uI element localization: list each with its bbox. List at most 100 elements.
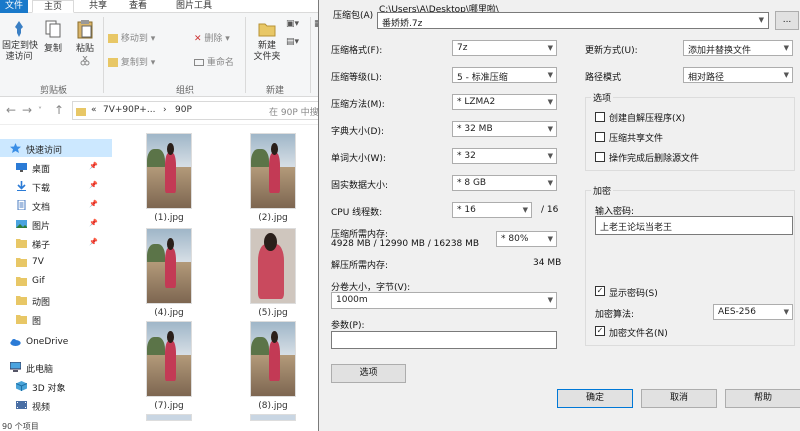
nav-item[interactable]: 图片 📌 (0, 215, 112, 233)
path-mode-select[interactable]: 相对路径 ▼ (683, 67, 793, 83)
memory-percent-select[interactable]: * 80% ▼ (496, 231, 557, 247)
archive-name-combo[interactable]: 番娇娇.7z ▼ (377, 12, 769, 29)
word-size-value: * 32 (457, 151, 476, 161)
file-thumbnail[interactable] (146, 321, 192, 397)
file-thumbnail[interactable] (250, 414, 296, 421)
nav-item-label: 图片 (32, 222, 51, 232)
tab-file[interactable]: 文件 (0, 0, 28, 13)
file-thumbnail[interactable] (146, 228, 192, 304)
copy-button[interactable]: 复制 (38, 19, 68, 54)
password-input[interactable]: 上老王论坛当老王 (595, 216, 793, 235)
address-bar[interactable]: « 7V+90P+... › 90P 在 90P 中搜 (72, 101, 330, 120)
tab-home[interactable]: 主页 (32, 0, 74, 13)
cpu-threads-label: CPU 线程数: (331, 208, 383, 218)
update-mode-select[interactable]: 添加并替换文件 ▼ (683, 40, 793, 56)
delete-after-checkbox[interactable] (595, 152, 605, 162)
folder-icon (16, 257, 27, 267)
nav-item[interactable]: 文档 📌 (0, 196, 112, 214)
sfx-checkbox[interactable] (595, 112, 605, 122)
ok-button[interactable]: 确定 (557, 389, 633, 408)
pin-icon: 📌 (89, 181, 98, 189)
pin-icon: 📌 (89, 219, 98, 227)
path-segment[interactable]: 7V+90P+... (103, 105, 155, 115)
easy-access-icon[interactable]: ▤▾ (286, 37, 299, 47)
encryption-method-label: 加密算法: (595, 310, 635, 320)
show-password-checkbox[interactable]: ✓ (595, 286, 605, 296)
file-name[interactable]: (7).jpg (129, 401, 209, 411)
level-select[interactable]: 5 - 标准压缩 ▼ (452, 67, 557, 83)
nav-item[interactable]: 桌面 📌 (0, 158, 112, 176)
file-name[interactable]: (1).jpg (129, 213, 209, 223)
new-item-icon[interactable]: ▣▾ (286, 19, 299, 29)
tab-picture-tools[interactable]: 图片工具 (164, 0, 224, 13)
nav-item[interactable]: OneDrive (0, 333, 112, 351)
file-name[interactable]: (2).jpg (233, 213, 313, 223)
up-arrow-icon[interactable]: ↑ (54, 103, 64, 117)
nav-item[interactable]: 动图 (0, 291, 112, 309)
parameters-input[interactable] (331, 331, 557, 349)
format-select[interactable]: 7z ▼ (452, 40, 557, 56)
shared-files-checkbox[interactable] (595, 132, 605, 142)
rename-button[interactable]: 重命名 (194, 55, 234, 68)
pin-icon: 📌 (89, 162, 98, 170)
paste-button[interactable]: 粘贴 (70, 19, 100, 66)
path-segment-current[interactable]: 90P (175, 105, 192, 115)
address-bar-row: ← → ˅ ↑ « 7V+90P+... › 90P 在 90P 中搜 (0, 97, 330, 125)
copy-to-label: 复制到 (120, 58, 148, 68)
forward-arrow-icon[interactable]: → (22, 103, 32, 117)
help-button[interactable]: 帮助 (725, 389, 800, 408)
group-organize-label: 组织 (176, 86, 195, 96)
nav-item[interactable]: 梯子 📌 (0, 234, 112, 252)
cpu-threads-select[interactable]: * 16 ▼ (452, 202, 532, 218)
nav-item[interactable]: 3D 对象 (0, 377, 112, 395)
word-size-select[interactable]: * 32 ▼ (452, 148, 557, 164)
decompress-memory-value: 34 MB (533, 258, 562, 268)
nav-item[interactable]: 此电脑 (0, 358, 112, 376)
solid-block-select[interactable]: * 8 GB ▼ (452, 175, 557, 191)
path-separator: › (163, 105, 167, 115)
file-thumbnail[interactable] (250, 228, 296, 304)
recent-chevron-icon[interactable]: ˅ (38, 106, 42, 115)
pin-quick-access-button[interactable]: 固定到快 速访问 (2, 19, 38, 63)
method-select[interactable]: * LZMA2 ▼ (452, 94, 557, 110)
file-name[interactable]: (8).jpg (233, 401, 313, 411)
back-arrow-icon[interactable]: ← (6, 103, 16, 117)
encryption-method-select[interactable]: AES-256 ▼ (713, 304, 793, 320)
folder-icon (16, 276, 27, 286)
file-thumbnail[interactable] (250, 133, 296, 209)
encrypt-names-checkbox[interactable]: ✓ (595, 326, 605, 336)
file-name[interactable]: (5).jpg (233, 308, 313, 318)
nav-item[interactable]: 快速访问 (0, 139, 112, 157)
file-thumbnail[interactable] (250, 321, 296, 397)
group-new-label: 新建 (266, 86, 285, 96)
nav-item-label: OneDrive (26, 337, 69, 347)
split-volume-combo[interactable]: 1000m ▼ (331, 292, 557, 309)
path-overflow[interactable]: « (91, 105, 97, 115)
copy-to-button[interactable]: 复制到 ▾ (108, 55, 155, 68)
chevron-down-icon: ▼ (547, 71, 553, 79)
chevron-down-icon: ▼ (758, 16, 764, 24)
nav-item[interactable]: 图 (0, 310, 112, 328)
delete-button[interactable]: ✕ 删除 ▾ (194, 31, 230, 44)
cut-icon[interactable] (80, 56, 90, 66)
group-clipboard-label: 剪贴板 (40, 86, 68, 96)
nav-item[interactable]: Gif (0, 272, 112, 290)
tab-view[interactable]: 查看 (120, 0, 156, 13)
options-button[interactable]: 选项 (331, 364, 406, 383)
cancel-button[interactable]: 取消 (641, 389, 717, 408)
nav-item-label: 下载 (32, 184, 51, 194)
new-folder-button[interactable]: 新建 文件夹 (250, 19, 284, 63)
tab-share[interactable]: 共享 (80, 0, 116, 13)
nav-item[interactable]: 下载 📌 (0, 177, 112, 195)
file-name[interactable]: (4).jpg (129, 308, 209, 318)
copy-label: 复制 (43, 44, 62, 54)
file-thumbnail[interactable] (146, 133, 192, 209)
document-icon (16, 199, 27, 211)
nav-item[interactable]: 视频 (0, 396, 112, 414)
nav-item[interactable]: 7V (0, 253, 112, 271)
browse-button[interactable]: ... (775, 11, 799, 30)
dictionary-select[interactable]: * 32 MB ▼ (452, 121, 557, 137)
search-placeholder[interactable]: 在 90P 中搜 (269, 105, 319, 118)
move-to-button[interactable]: 移动到 ▾ (108, 31, 155, 44)
file-thumbnail[interactable] (146, 414, 192, 421)
